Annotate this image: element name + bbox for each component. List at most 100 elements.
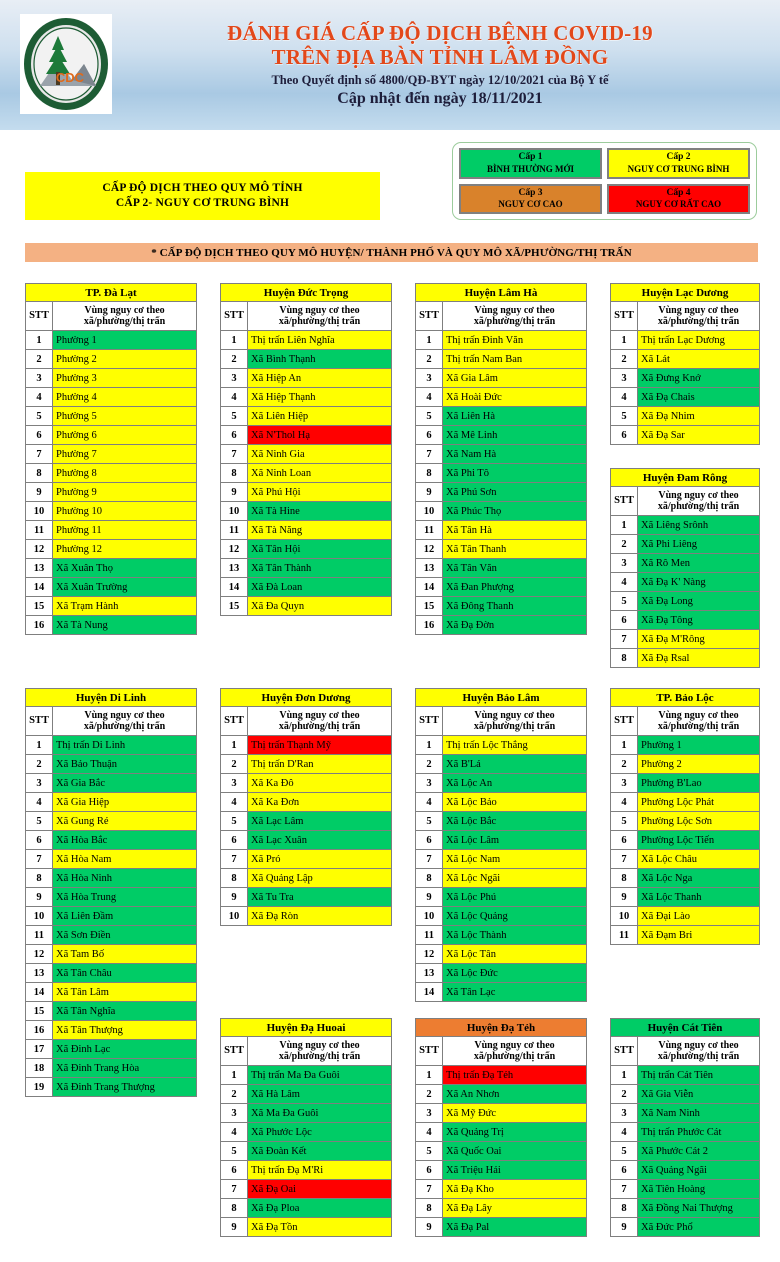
row-index: 8 bbox=[220, 868, 248, 888]
ward-name: Xã Tà Năng bbox=[247, 520, 392, 540]
row-index: 10 bbox=[415, 906, 443, 926]
table-row: 5 Xã Liên Hà bbox=[415, 406, 587, 426]
ward-name: Xã Đinh Lạc bbox=[52, 1039, 197, 1059]
ward-name: Xã Đồng Nai Thượng bbox=[637, 1198, 760, 1218]
row-index: 4 bbox=[220, 792, 248, 812]
table-row: 11 Xã Đạm Bri bbox=[610, 925, 760, 945]
ward-name: Xã Lát bbox=[637, 349, 760, 369]
row-index: 6 bbox=[610, 610, 638, 630]
ward-name: Xã Đạ Kho bbox=[442, 1179, 587, 1199]
table-row: 15 Xã Trạm Hành bbox=[25, 596, 197, 616]
table-row: 3 Xã Ma Đa Guôi bbox=[220, 1103, 392, 1123]
row-index: 1 bbox=[220, 1065, 248, 1085]
ward-name: Xã Đoàn Kết bbox=[247, 1141, 392, 1161]
row-index: 5 bbox=[25, 406, 53, 426]
table-row: 3 Xã Mỹ Đức bbox=[415, 1103, 587, 1123]
table-row: 1 Thị trấn Đinh Văn bbox=[415, 330, 587, 350]
column-header-zone: Vùng nguy cơ theo xã/phường/thị trấn bbox=[52, 706, 197, 736]
legend-level-4-label: Cấp 4 bbox=[666, 187, 691, 198]
row-index: 3 bbox=[25, 368, 53, 388]
table-row: 1 Phường 1 bbox=[610, 735, 760, 755]
zone-header-line2: xã/phường/thị trấn bbox=[83, 316, 166, 327]
table-row: 10 Phường 10 bbox=[25, 501, 197, 521]
table-row: 7 Xã Hòa Nam bbox=[25, 849, 197, 869]
table-row: 9 Xã Lộc Phú bbox=[415, 887, 587, 907]
table-row: 6 Thị trấn Đạ M'Ri bbox=[220, 1160, 392, 1180]
district-name: Huyện Lâm Hà bbox=[415, 283, 587, 302]
legend-level-3-label: Cấp 3 bbox=[518, 187, 543, 198]
row-index: 7 bbox=[220, 849, 248, 869]
ward-name: Xã Xuân Trường bbox=[52, 577, 197, 597]
table-row: 4 Xã Đạ Chais bbox=[610, 387, 760, 407]
district-table: Huyện Lạc Dương STT Vùng nguy cơ theo xã/ph… bbox=[610, 283, 760, 445]
row-index: 1 bbox=[610, 330, 638, 350]
table-row: 4 Xã Đạ K' Nàng bbox=[610, 572, 760, 592]
ward-name: Xã Quảng Ngãi bbox=[637, 1160, 760, 1180]
row-index: 6 bbox=[220, 1160, 248, 1180]
table-row: 6 Phường Lộc Tiến bbox=[610, 830, 760, 850]
row-index: 9 bbox=[415, 482, 443, 502]
table-row: 2 Xã B'Lá bbox=[415, 754, 587, 774]
table-row: 14 Xã Đà Loan bbox=[220, 577, 392, 597]
legend-level-1-desc: BÌNH THƯỜNG MỚI bbox=[486, 163, 574, 174]
row-index: 8 bbox=[25, 868, 53, 888]
ward-name: Xã Hòa Nam bbox=[52, 849, 197, 869]
column-header-zone: Vùng nguy cơ theo xã/phường/thị trấn bbox=[247, 706, 392, 736]
table-row: 3 Xã Nam Ninh bbox=[610, 1103, 760, 1123]
row-index: 12 bbox=[415, 539, 443, 559]
table-row: 5 Xã Liên Hiệp bbox=[220, 406, 392, 426]
table-row: 5 Xã Gung Ré bbox=[25, 811, 197, 831]
row-index: 1 bbox=[25, 735, 53, 755]
ward-name: Xã Ninh Gia bbox=[247, 444, 392, 464]
ward-name: Xã Lộc Lâm bbox=[442, 830, 587, 850]
ward-name: Phường Lộc Sơn bbox=[637, 811, 760, 831]
table-row: 6 Xã Đạ Sar bbox=[610, 425, 760, 445]
row-index: 1 bbox=[220, 735, 248, 755]
row-index: 9 bbox=[415, 1217, 443, 1237]
table-row: 1 Thị trấn Di Linh bbox=[25, 735, 197, 755]
table-row: 3 Xã Rô Men bbox=[610, 553, 760, 573]
row-index: 6 bbox=[415, 830, 443, 850]
ward-name: Xã Hoài Đức bbox=[442, 387, 587, 407]
section-bar: * CẤP ĐỘ DỊCH THEO QUY MÔ HUYỆN/ THÀNH P… bbox=[25, 243, 758, 262]
row-index: 11 bbox=[415, 925, 443, 945]
row-index: 14 bbox=[415, 982, 443, 1002]
row-index: 6 bbox=[610, 1160, 638, 1180]
row-index: 3 bbox=[415, 773, 443, 793]
ward-name: Xã Phước Cát 2 bbox=[637, 1141, 760, 1161]
ward-name: Xã Hòa Bắc bbox=[52, 830, 197, 850]
table-row: 1 Thị trấn Thạnh Mỹ bbox=[220, 735, 392, 755]
row-index: 4 bbox=[220, 1122, 248, 1142]
district-table: TP. Đà Lạt STT Vùng nguy cơ theo xã/phường/… bbox=[25, 283, 197, 635]
ward-name: Xã Lộc Bảo bbox=[442, 792, 587, 812]
district-name: TP. Bảo Lộc bbox=[610, 688, 760, 707]
zone-header-line1: Vùng nguy cơ theo bbox=[84, 304, 165, 316]
row-index: 13 bbox=[25, 963, 53, 983]
row-index: 1 bbox=[415, 330, 443, 350]
row-index: 8 bbox=[610, 648, 638, 668]
table-row: 9 Phường 9 bbox=[25, 482, 197, 502]
zone-header-line1: Vùng nguy cơ theo bbox=[279, 1039, 360, 1051]
row-index: 2 bbox=[610, 1084, 638, 1104]
table-row: 3 Phường 3 bbox=[25, 368, 197, 388]
ward-name: Xã Tà Nung bbox=[52, 615, 197, 635]
column-header-zone: Vùng nguy cơ theo xã/phường/thị trấn bbox=[637, 706, 760, 736]
table-row: 3 Phường B'Lao bbox=[610, 773, 760, 793]
table-row: 11 Xã Lộc Thành bbox=[415, 925, 587, 945]
table-row: 6 Phường 6 bbox=[25, 425, 197, 445]
row-index: 7 bbox=[415, 444, 443, 464]
table-row: 19 Xã Đinh Trang Thượng bbox=[25, 1077, 197, 1097]
update-date: Cập nhật đến ngày 18/11/2021 bbox=[337, 89, 543, 107]
ward-name: Xã Đạ M'Rông bbox=[637, 629, 760, 649]
row-index: 11 bbox=[25, 520, 53, 540]
table-row: 10 Xã Tà Hine bbox=[220, 501, 392, 521]
row-index: 10 bbox=[25, 501, 53, 521]
ward-name: Xã Đạ Đờn bbox=[442, 615, 587, 635]
row-index: 2 bbox=[415, 349, 443, 369]
zone-header-line2: xã/phường/thị trấn bbox=[278, 1051, 361, 1062]
row-index: 4 bbox=[415, 387, 443, 407]
row-index: 10 bbox=[220, 501, 248, 521]
column-header-stt: STT bbox=[220, 706, 248, 736]
table-row: 1 Thị trấn Lạc Dương bbox=[610, 330, 760, 350]
row-index: 6 bbox=[220, 830, 248, 850]
